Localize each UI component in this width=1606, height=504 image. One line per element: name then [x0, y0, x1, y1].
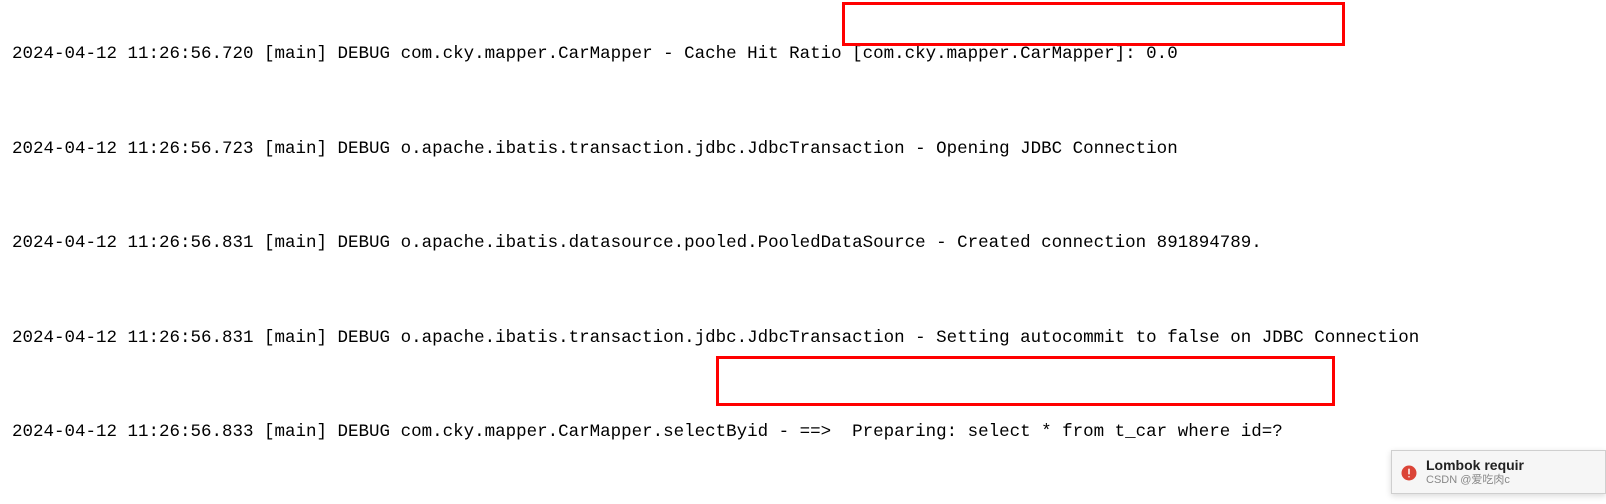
log-output: 2024-04-12 11:26:56.720 [main] DEBUG com…	[12, 0, 1419, 504]
log-line: 2024-04-12 11:26:56.831 [main] DEBUG o.a…	[12, 228, 1419, 260]
notification-texts: Lombok requir CSDN @爱吃肉c	[1426, 458, 1524, 485]
log-line: 2024-04-12 11:26:56.831 [main] DEBUG o.a…	[12, 323, 1419, 355]
log-line: 2024-04-12 11:26:56.723 [main] DEBUG o.a…	[12, 134, 1419, 166]
log-line: 2024-04-12 11:26:56.720 [main] DEBUG com…	[12, 39, 1419, 71]
notification-subtitle: CSDN @爱吃肉c	[1426, 474, 1524, 486]
notification-title: Lombok requir	[1426, 458, 1524, 473]
error-icon	[1400, 463, 1418, 481]
log-line: 2024-04-12 11:26:56.833 [main] DEBUG com…	[12, 417, 1419, 449]
notification-popup[interactable]: Lombok requir CSDN @爱吃肉c	[1391, 450, 1606, 494]
